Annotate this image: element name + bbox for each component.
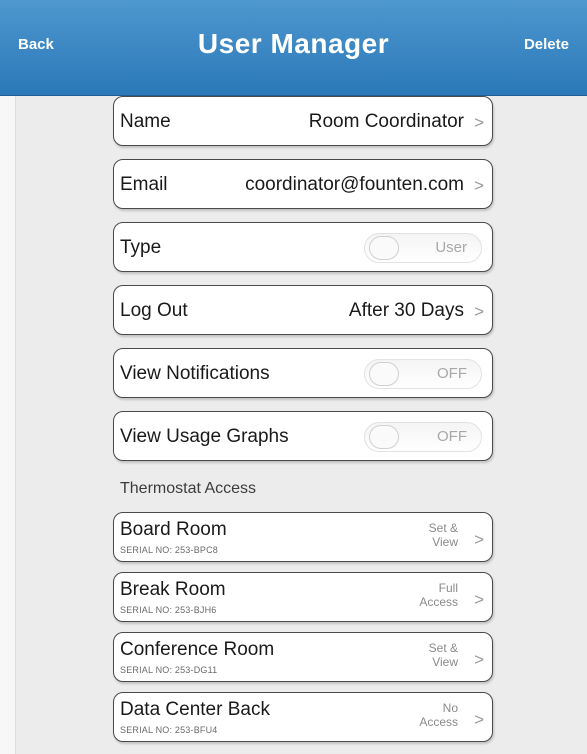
access-level-line1: Set & <box>428 521 458 535</box>
delete-button[interactable]: Delete <box>524 36 569 53</box>
page-title: User Manager <box>197 28 390 59</box>
chevron-right-icon: > <box>474 710 484 729</box>
type-toggle-label: User <box>435 239 467 256</box>
type-row: Type User <box>113 222 493 272</box>
name-label: Name <box>120 111 171 132</box>
left-edge-panel <box>0 96 16 754</box>
chevron-right-icon: > <box>474 302 484 321</box>
access-level-line2: View <box>432 535 458 549</box>
view-usage-graphs-toggle[interactable]: OFF <box>364 422 482 452</box>
thermostat-name: Data Center Back <box>120 699 270 720</box>
thermostat-name: Board Room <box>120 519 227 540</box>
email-value: coordinator@founten.com <box>245 174 464 195</box>
thermostat-name: Conference Room <box>120 639 275 660</box>
name-value: Room Coordinator <box>308 111 464 132</box>
access-level-line1: Set & <box>428 641 458 655</box>
email-label: Email <box>120 174 168 195</box>
view-notifications-toggle[interactable]: OFF <box>364 359 482 389</box>
chevron-right-icon: > <box>474 530 484 549</box>
access-level-line2: View <box>432 655 458 669</box>
chevron-right-icon: > <box>474 590 484 609</box>
chevron-right-icon: > <box>474 113 484 132</box>
toggle-knob <box>369 236 399 260</box>
type-toggle[interactable]: User <box>364 233 482 263</box>
user-manager-screen: Back User Manager Delete Name Room Coord… <box>0 0 587 754</box>
view-notifications-label: View Notifications <box>120 363 270 384</box>
view-usage-graphs-label: View Usage Graphs <box>120 426 289 447</box>
thermostat-serial: SERIAL NO: 253-BJH6 <box>120 605 217 615</box>
logout-value: After 30 Days <box>348 300 464 321</box>
thermostat-row-board-room[interactable]: Board Room SERIAL NO: 253-BPC8 Set & Vie… <box>113 512 493 562</box>
thermostat-access-heading: Thermostat Access <box>120 480 257 497</box>
thermostat-serial: SERIAL NO: 253-DG11 <box>120 665 218 675</box>
view-notifications-state: OFF <box>437 365 467 382</box>
view-notifications-row: View Notifications OFF <box>113 348 493 398</box>
access-level-line2: Access <box>419 595 458 609</box>
email-row[interactable]: Email coordinator@founten.com > <box>113 159 493 209</box>
thermostat-serial: SERIAL NO: 253-BPC8 <box>120 545 219 555</box>
chevron-right-icon: > <box>474 176 484 195</box>
access-level-line1: Full <box>438 581 458 595</box>
access-level-line1: No <box>442 701 458 715</box>
toggle-knob <box>369 425 399 449</box>
thermostat-row-conference-room[interactable]: Conference Room SERIAL NO: 253-DG11 Set … <box>113 632 493 682</box>
thermostat-serial: SERIAL NO: 253-BFU4 <box>120 725 218 735</box>
thermostat-name: Break Room <box>120 579 226 600</box>
access-level: Set & View <box>398 641 458 669</box>
view-usage-graphs-state: OFF <box>437 428 467 445</box>
nav-bar: Back User Manager Delete <box>0 0 587 96</box>
chevron-right-icon: > <box>474 650 484 669</box>
thermostat-row-data-center-back[interactable]: Data Center Back SERIAL NO: 253-BFU4 No … <box>113 692 493 742</box>
type-label: Type <box>120 237 162 258</box>
name-row[interactable]: Name Room Coordinator > <box>113 96 493 146</box>
access-level: Full Access <box>398 581 458 609</box>
view-usage-graphs-row: View Usage Graphs OFF <box>113 411 493 461</box>
access-level-line2: Access <box>419 715 458 729</box>
toggle-knob <box>369 362 399 386</box>
logout-row[interactable]: Log Out After 30 Days > <box>113 285 493 335</box>
thermostat-row-break-room[interactable]: Break Room SERIAL NO: 253-BJH6 Full Acce… <box>113 572 493 622</box>
access-level: Set & View <box>398 521 458 549</box>
access-level: No Access <box>398 701 458 729</box>
logout-label: Log Out <box>120 300 188 321</box>
